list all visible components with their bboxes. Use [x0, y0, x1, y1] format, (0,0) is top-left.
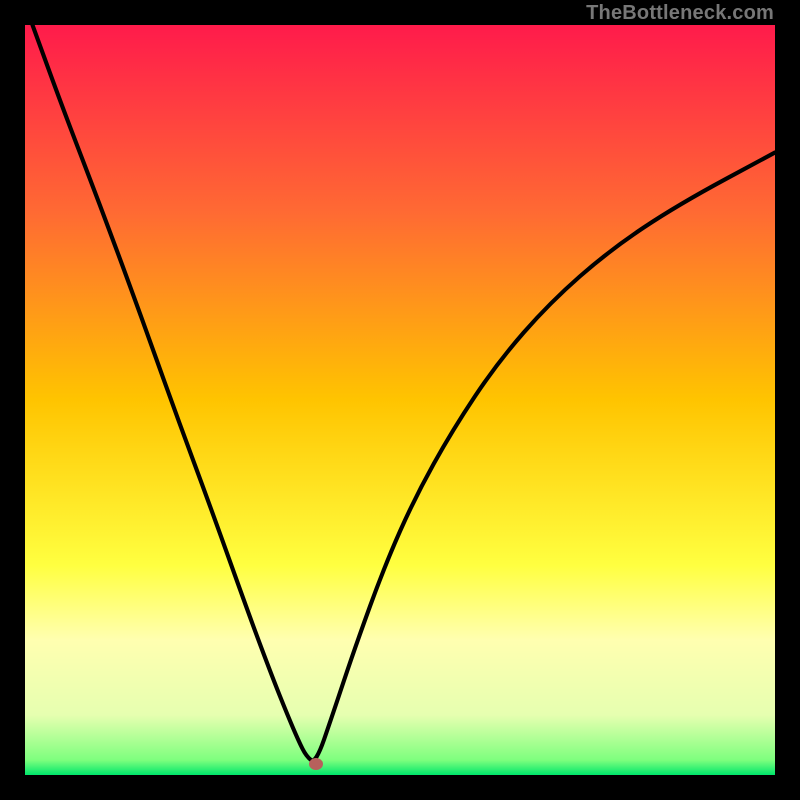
- curve: [25, 25, 775, 775]
- optimal-marker: [309, 758, 323, 770]
- watermark-text: TheBottleneck.com: [586, 2, 774, 25]
- plot-area: [25, 25, 775, 775]
- chart-frame: TheBottleneck.com: [0, 0, 800, 800]
